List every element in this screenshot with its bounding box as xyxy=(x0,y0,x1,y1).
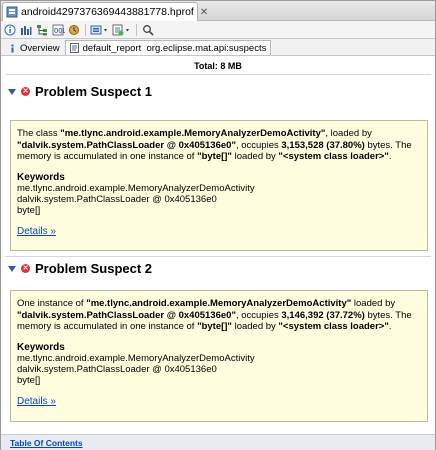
editor-toolbar: OQL xyxy=(1,21,435,39)
problem-suspect-2-title: Problem Suspect 2 xyxy=(35,261,153,276)
desc-text: . xyxy=(388,321,392,332)
result-tabs: Overview default_report org.eclipse.mat.… xyxy=(1,39,435,56)
keyword-item: me.tlync.android.example.MemoryAnalyzerD… xyxy=(17,353,255,364)
object-type: "byte[]" xyxy=(197,151,232,162)
editor-window: android4297376369443881778.hprof ✕ OQL O… xyxy=(0,0,436,450)
problem-suspect-2-box: One instance of "me.tlync.android.exampl… xyxy=(10,290,428,422)
keyword-item: byte[] xyxy=(17,375,41,386)
details-link[interactable]: Details » xyxy=(17,396,56,408)
system-class-loader: "<system class loader>" xyxy=(278,321,389,332)
editor-tab-title: android4297376369443881778.hprof xyxy=(21,6,194,18)
search-icon[interactable] xyxy=(141,22,155,37)
class-loader: "dalvik.system.PathClassLoader @ 0x40513… xyxy=(17,139,236,151)
class-name: "me.tlync.android.example.MemoryAnalyzer… xyxy=(86,298,352,309)
keyword-item: me.tlync.android.example.MemoryAnalyzerD… xyxy=(17,183,255,194)
keyword-item: byte[] xyxy=(17,205,41,216)
class-name: "me.tlync.android.example.MemoryAnalyzer… xyxy=(60,128,326,139)
retained-size: 3,153,528 (37.80%) xyxy=(281,139,365,151)
dominator-tree-icon[interactable] xyxy=(35,22,49,37)
retained-size: 3,146,392 (37.72%) xyxy=(281,309,365,321)
desc-text: , loaded by xyxy=(325,128,372,139)
svg-text:OQL: OQL xyxy=(54,27,65,35)
collapse-triangle-icon[interactable] xyxy=(8,88,16,95)
problem-suspect-2-description: One instance of "me.tlync.android.exampl… xyxy=(17,298,421,333)
desc-text: , occupies xyxy=(235,309,282,321)
report-icon xyxy=(69,43,80,53)
keyword-item: dalvik.system.PathClassLoader @ 0x405136… xyxy=(17,364,217,375)
desc-text: loaded by xyxy=(351,298,396,309)
toolbar-separator xyxy=(85,23,86,36)
close-tab-icon[interactable]: ✕ xyxy=(200,7,208,18)
report-footer: Table Of Contents xyxy=(1,434,435,450)
table-of-contents-link[interactable]: Table Of Contents xyxy=(10,438,83,448)
tab-default-report[interactable]: default_report org.eclipse.mat.api:suspe… xyxy=(64,40,272,55)
tab-default-report-label: default_report org.eclipse.mat.api:suspe… xyxy=(82,42,267,54)
problem-suspect-1-description: The class "me.tlync.android.example.Memo… xyxy=(17,128,421,163)
report-content: Total: 8 MB ✕ Problem Suspect 1 The clas… xyxy=(1,56,435,434)
hprof-editor-tab[interactable]: android4297376369443881778.hprof ✕ xyxy=(2,2,208,21)
desc-text: One instance of xyxy=(17,298,87,309)
tab-overview[interactable]: Overview xyxy=(3,40,65,55)
problem-suspect-1-title: Problem Suspect 1 xyxy=(35,84,153,99)
run-report-icon[interactable] xyxy=(112,22,132,37)
desc-text: . xyxy=(388,151,392,162)
details-link[interactable]: Details » xyxy=(17,226,56,238)
heap-dump-file-icon xyxy=(6,6,18,19)
collapse-triangle-icon[interactable] xyxy=(8,265,16,272)
divider xyxy=(5,256,431,257)
problem-suspect-2-header[interactable]: ✕ Problem Suspect 2 xyxy=(8,261,152,276)
query-browser-icon[interactable] xyxy=(90,22,110,37)
overview-info-icon[interactable] xyxy=(3,22,17,37)
desc-text: loaded by xyxy=(231,151,279,162)
histogram-icon[interactable] xyxy=(19,22,33,37)
object-type: "byte[]" xyxy=(197,321,232,332)
keyword-item: dalvik.system.PathClassLoader @ 0x405136… xyxy=(17,194,217,205)
error-icon: ✕ xyxy=(21,87,30,96)
class-loader: "dalvik.system.PathClassLoader @ 0x40513… xyxy=(17,309,236,321)
error-icon: ✕ xyxy=(21,264,30,273)
divider xyxy=(5,74,431,75)
keywords-title: Keywords xyxy=(17,171,65,183)
system-class-loader: "<system class loader>" xyxy=(278,151,389,162)
toolbar-separator xyxy=(136,23,137,36)
info-icon xyxy=(8,44,17,53)
desc-text: , occupies xyxy=(235,139,282,151)
editor-tab-bar: android4297376369443881778.hprof ✕ xyxy=(1,1,435,21)
thread-overview-icon[interactable] xyxy=(67,22,81,37)
desc-text: The class xyxy=(17,128,61,139)
desc-text: loaded by xyxy=(231,321,279,332)
oql-query-icon[interactable]: OQL xyxy=(51,22,65,37)
problem-suspect-1-box: The class "me.tlync.android.example.Memo… xyxy=(10,120,428,251)
tab-overview-label: Overview xyxy=(20,42,60,54)
problem-suspect-1-header[interactable]: ✕ Problem Suspect 1 xyxy=(8,84,152,99)
keywords-title: Keywords xyxy=(17,341,65,353)
total-heap-size: Total: 8 MB xyxy=(194,61,242,71)
